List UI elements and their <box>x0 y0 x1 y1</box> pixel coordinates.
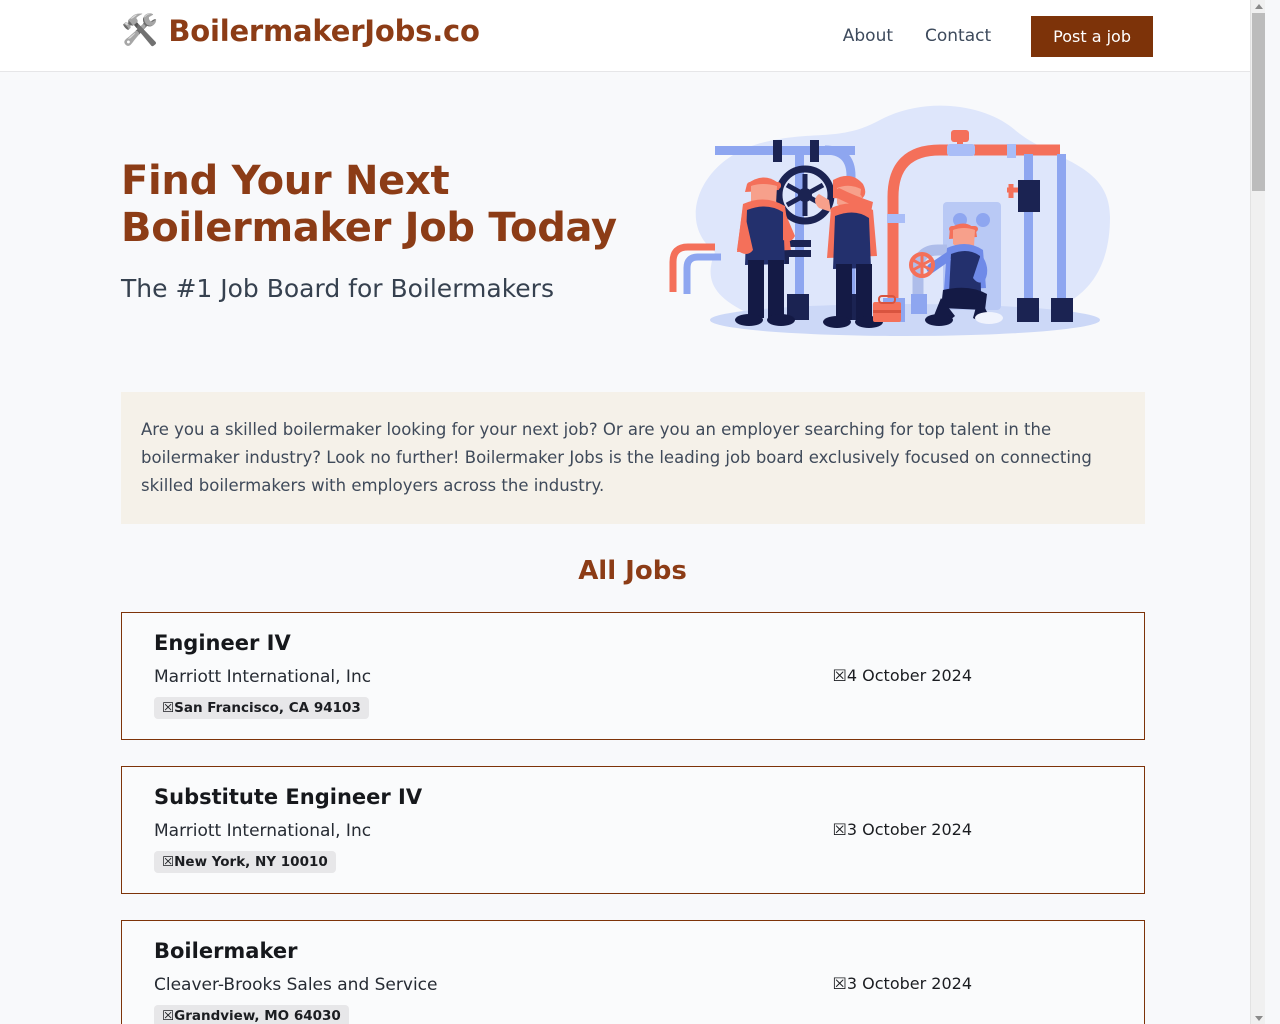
hero-subtitle: The #1 Job Board for Boilermakers <box>121 274 554 304</box>
hero-copy: Find Your Next Boilermaker Job Today The… <box>121 158 661 303</box>
hero-illustration <box>655 102 1115 347</box>
intro-banner: Are you a skilled boilermaker looking fo… <box>121 392 1145 524</box>
job-card[interactable]: Boilermaker Cleaver-Brooks Sales and Ser… <box>121 920 1145 1024</box>
hammer-and-wrench-icon: 🛠️ <box>121 13 159 48</box>
job-title: Substitute Engineer IV <box>154 785 423 809</box>
job-title: Engineer IV <box>154 631 291 655</box>
job-date: ☒3 October 2024 <box>833 974 972 993</box>
calendar-icon: ☒ <box>832 665 847 685</box>
hero-title-line-2: Boilermaker Job Today <box>121 205 617 252</box>
job-location-badge: ☒Grandview, MO 64030 <box>154 1005 349 1024</box>
brand-logo-link[interactable]: 🛠️ BoilermakerJobs.co <box>121 14 480 48</box>
job-date-text: 3 October 2024 <box>846 819 972 839</box>
scroll-up-arrow-icon[interactable] <box>1251 0 1265 12</box>
job-location-text: Grandview, MO 64030 <box>174 1008 341 1024</box>
job-card[interactable]: Engineer IV Marriott International, Inc … <box>121 612 1145 740</box>
intro-text: Are you a skilled boilermaker looking fo… <box>141 420 1092 495</box>
job-location-badge: ☒New York, NY 10010 <box>154 851 336 873</box>
job-date-text: 4 October 2024 <box>846 665 972 685</box>
job-date: ☒4 October 2024 <box>833 666 972 685</box>
job-company: Marriott International, Inc <box>154 667 372 687</box>
post-a-job-button[interactable]: Post a job <box>1031 15 1153 57</box>
site-header: 🛠️ BoilermakerJobs.co About Contact Post… <box>0 0 1265 72</box>
job-date: ☒3 October 2024 <box>833 820 972 839</box>
scroll-down-arrow-icon[interactable] <box>1251 1012 1265 1024</box>
brand-name: BoilermakerJobs.co <box>168 14 480 48</box>
job-location-text: San Francisco, CA 94103 <box>174 700 361 716</box>
nav-link-contact[interactable]: Contact <box>909 26 1007 46</box>
job-company: Cleaver-Brooks Sales and Service <box>154 975 438 995</box>
location-pin-icon: ☒ <box>162 854 175 870</box>
job-date-text: 3 October 2024 <box>846 973 972 993</box>
job-card-main: Substitute Engineer IV Marriott Internat… <box>154 785 422 873</box>
job-card[interactable]: Substitute Engineer IV Marriott Internat… <box>121 766 1145 894</box>
hero-section: Find Your Next Boilermaker Job Today The… <box>0 72 1265 392</box>
calendar-icon: ☒ <box>832 819 847 839</box>
hero-title-line-1: Find Your Next <box>121 158 450 204</box>
scrollbar-thumb[interactable] <box>1252 13 1265 191</box>
all-jobs-heading: All Jobs <box>578 556 687 586</box>
job-location-badge: ☒San Francisco, CA 94103 <box>154 697 369 719</box>
location-pin-icon: ☒ <box>162 700 175 716</box>
calendar-icon: ☒ <box>832 973 847 993</box>
job-card-main: Boilermaker Cleaver-Brooks Sales and Ser… <box>154 939 437 1024</box>
location-pin-icon: ☒ <box>162 1008 175 1024</box>
job-card-main: Engineer IV Marriott International, Inc … <box>154 631 371 719</box>
job-location-text: New York, NY 10010 <box>174 854 328 870</box>
vertical-scrollbar[interactable] <box>1250 0 1265 1024</box>
page-title: Find Your Next Boilermaker Job Today <box>121 158 661 252</box>
main-nav: About Contact Post a job <box>827 0 1153 72</box>
nav-link-about[interactable]: About <box>827 26 909 46</box>
job-title: Boilermaker <box>154 939 298 963</box>
job-company: Marriott International, Inc <box>154 821 372 841</box>
job-list: Engineer IV Marriott International, Inc … <box>121 612 1145 1024</box>
page-root: 🛠️ BoilermakerJobs.co About Contact Post… <box>0 0 1265 1024</box>
